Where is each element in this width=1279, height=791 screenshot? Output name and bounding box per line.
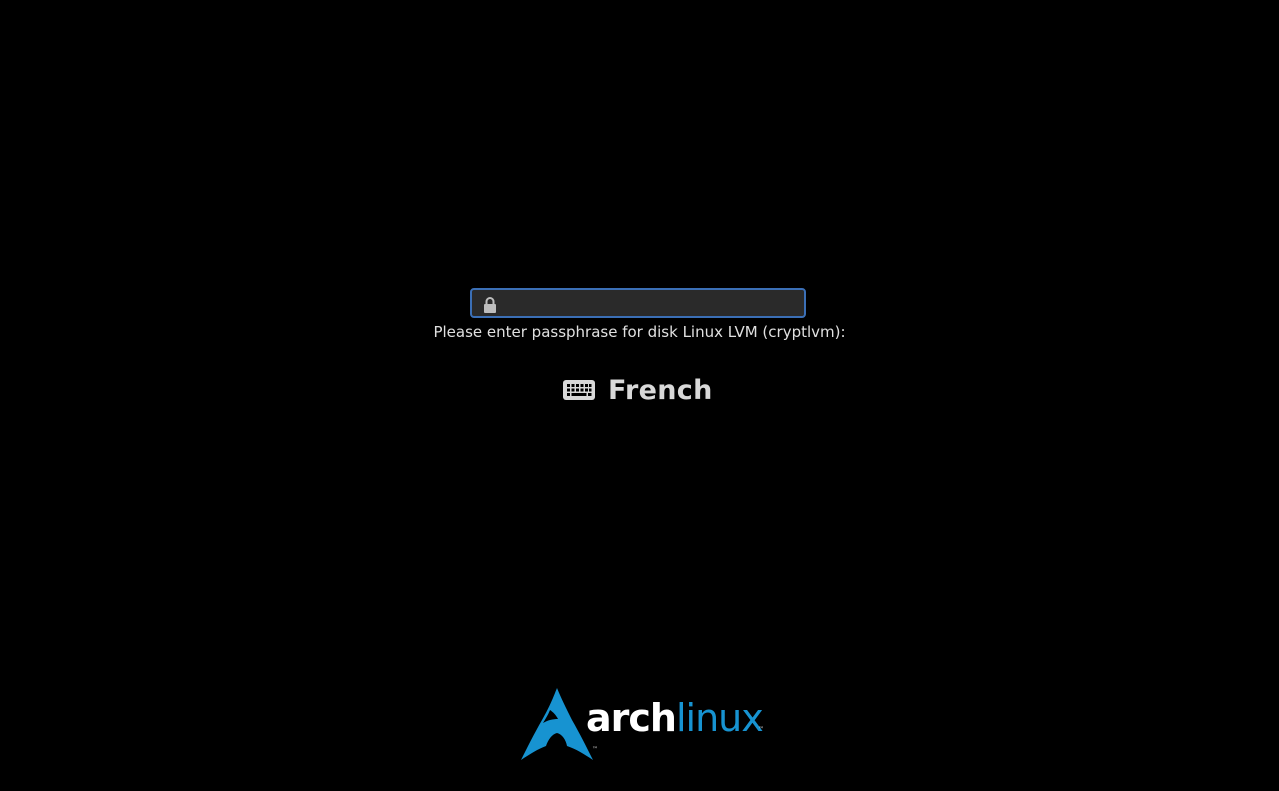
logo-wordmark: archlinux xyxy=(586,692,764,744)
arch-linux-logo: ™ archlinux ™ xyxy=(520,688,770,760)
keyboard-layout-label: French xyxy=(608,374,713,406)
keyboard-icon xyxy=(563,380,595,400)
logo-text-linux: linux xyxy=(675,696,764,740)
passphrase-input[interactable] xyxy=(504,292,804,316)
passphrase-prompt: Please enter passphrase for disk Linux L… xyxy=(433,323,846,341)
lock-icon xyxy=(484,297,496,313)
arch-logo-icon xyxy=(521,688,593,760)
logo-text-arch: arch xyxy=(586,696,677,740)
passphrase-field-container[interactable] xyxy=(470,288,806,318)
trademark-small: ™ xyxy=(592,746,598,753)
trademark: ™ xyxy=(758,726,764,733)
keyboard-layout-indicator: French xyxy=(563,372,713,408)
